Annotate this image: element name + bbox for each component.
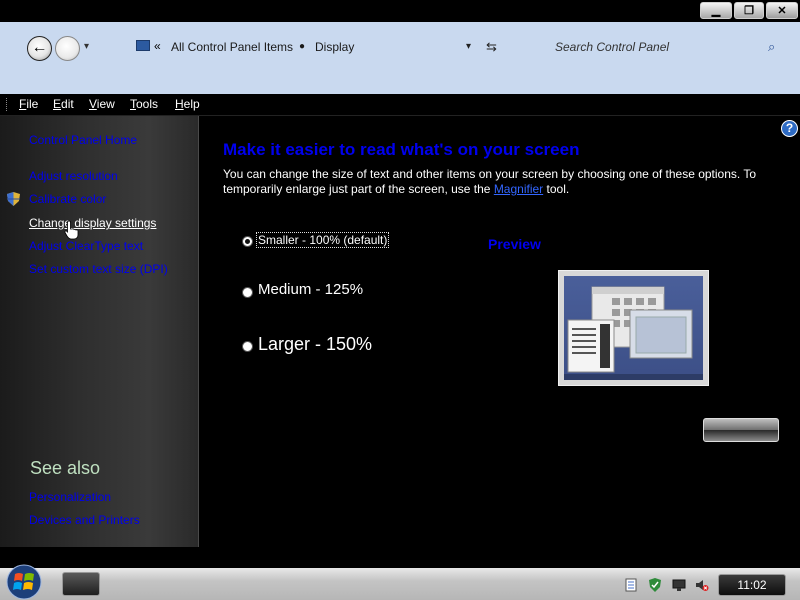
description-text-2: tool. xyxy=(543,182,570,196)
control-panel-home-link[interactable]: Control Panel Home xyxy=(29,133,137,147)
maximize-button[interactable]: ❐ xyxy=(734,2,764,19)
adjust-resolution-link[interactable]: Adjust resolution xyxy=(29,169,118,183)
calibrate-color-link[interactable]: Calibrate color xyxy=(29,192,106,206)
preview-desktop xyxy=(564,276,703,380)
radio-medium[interactable] xyxy=(242,287,253,298)
preview-windows-illustration xyxy=(564,286,703,380)
personalization-link[interactable]: Personalization xyxy=(29,490,111,504)
breadcrumb-root-chevron-icon[interactable]: « xyxy=(154,39,161,53)
devices-and-printers-link[interactable]: Devices and Printers xyxy=(29,513,140,527)
help-icon[interactable]: ? xyxy=(781,120,798,137)
change-display-settings-link[interactable]: Change display settings xyxy=(29,216,156,230)
preview-image xyxy=(558,270,709,386)
menu-edit[interactable]: Edit xyxy=(53,97,74,111)
start-button-icon[interactable] xyxy=(4,562,44,600)
page-description: You can change the size of text and othe… xyxy=(223,167,768,197)
breadcrumb-separator-icon[interactable]: ● xyxy=(299,41,305,52)
recent-pages-dropdown-icon[interactable]: ▾ xyxy=(84,41,89,52)
description-text-1: You can change the size of text and othe… xyxy=(223,167,757,196)
navigation-bar: ← ▾ « All Control Panel Items ● Display … xyxy=(0,22,800,94)
tray-network-icon[interactable] xyxy=(672,578,686,592)
uac-shield-icon xyxy=(7,192,20,206)
menu-bar: File Edit View Tools Help xyxy=(0,94,800,116)
preview-heading: Preview xyxy=(488,236,541,252)
refresh-icon[interactable]: ⇆ xyxy=(486,39,497,55)
forward-button[interactable] xyxy=(55,36,80,61)
adjust-cleartype-text-link[interactable]: Adjust ClearType text xyxy=(29,239,143,253)
minimize-button[interactable]: ▁ xyxy=(700,2,732,19)
taskbar-clock[interactable]: 11:02 xyxy=(718,574,786,596)
apply-button[interactable] xyxy=(703,418,779,442)
tray-security-icon[interactable] xyxy=(648,578,662,592)
hand-cursor-icon xyxy=(64,220,79,240)
search-input[interactable]: Search Control Panel xyxy=(555,40,669,54)
set-custom-text-size-link[interactable]: Set custom text size (DPI) xyxy=(29,262,168,276)
option-smaller-label[interactable]: Smaller - 100% (default) xyxy=(256,232,390,248)
left-task-pane: Control Panel Home Adjust resolution Cal… xyxy=(0,116,199,547)
radio-larger[interactable] xyxy=(242,341,253,352)
search-icon[interactable]: ⌕ xyxy=(768,39,775,55)
menu-grip xyxy=(6,98,9,111)
breadcrumb-all-control-panel-items[interactable]: All Control Panel Items xyxy=(171,40,293,54)
menu-file[interactable]: File xyxy=(19,97,38,111)
control-panel-icon xyxy=(136,40,150,51)
radio-smaller[interactable] xyxy=(242,236,253,247)
menu-help[interactable]: Help xyxy=(175,97,200,111)
option-medium-label[interactable]: Medium - 125% xyxy=(258,281,363,298)
back-button[interactable]: ← xyxy=(27,36,52,61)
menu-view[interactable]: View xyxy=(89,97,115,111)
see-also-heading: See also xyxy=(30,458,101,478)
option-larger-label[interactable]: Larger - 150% xyxy=(258,334,372,355)
taskbar-control-panel-button[interactable] xyxy=(62,572,100,596)
title-bar: ▁ ❐ ✕ xyxy=(0,0,800,22)
tray-document-icon[interactable] xyxy=(624,578,638,592)
menu-tools[interactable]: Tools xyxy=(130,97,158,111)
address-dropdown-icon[interactable]: ▾ xyxy=(466,41,471,52)
magnifier-link[interactable]: Magnifier xyxy=(494,182,543,196)
breadcrumb-display[interactable]: Display xyxy=(315,40,354,54)
close-button[interactable]: ✕ xyxy=(766,2,798,19)
tray-volume-muted-icon[interactable] xyxy=(695,578,709,592)
page-title: Make it easier to read what's on your sc… xyxy=(223,140,580,159)
